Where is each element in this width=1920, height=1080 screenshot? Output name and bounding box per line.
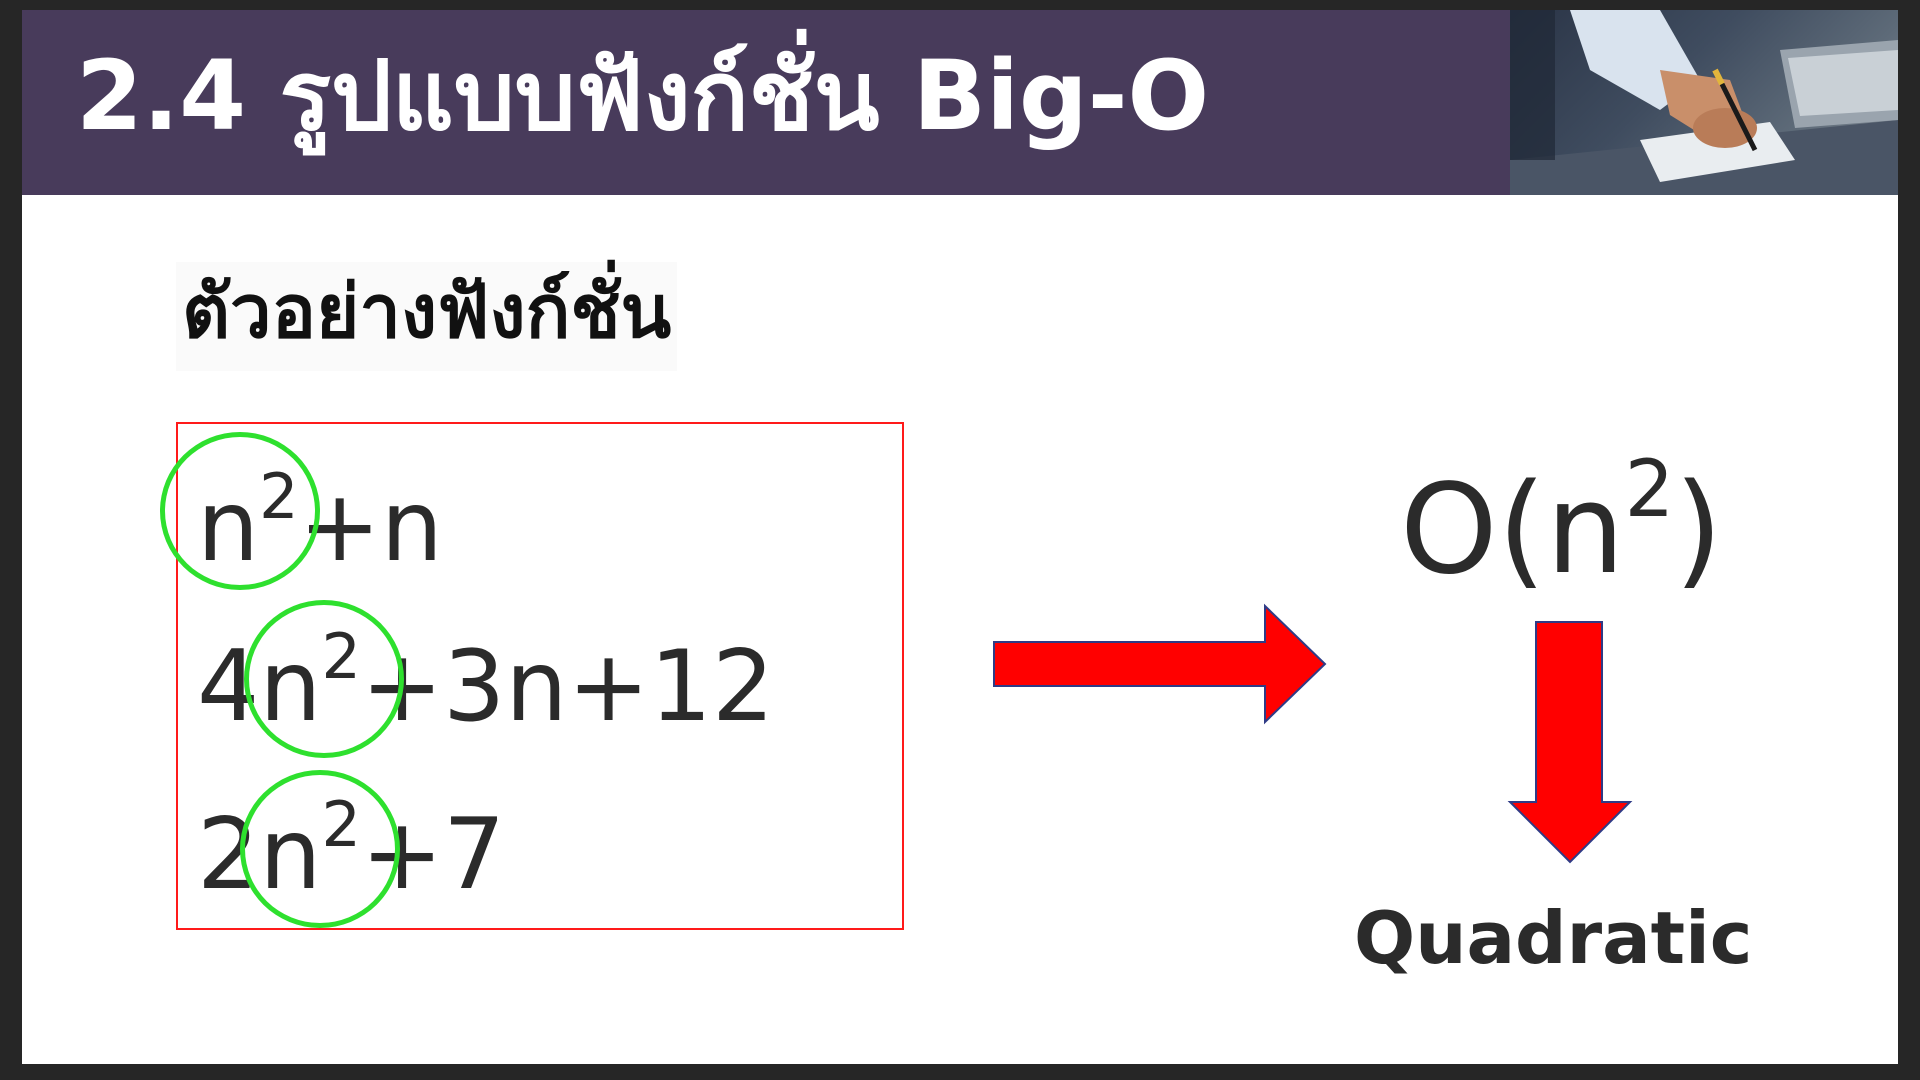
title-bar: 2.4 รูปแบบฟังก์ชั่น Big-O — [22, 10, 1898, 195]
slide-title: 2.4 รูปแบบฟังก์ชั่น Big-O — [76, 40, 1210, 152]
person-writing-photo — [1510, 10, 1898, 195]
big-o-close: ) — [1674, 458, 1723, 602]
right-arrow-icon — [993, 603, 1327, 725]
expression-rest: +3n+12 — [360, 630, 775, 744]
section-subtitle: ตัวอย่างฟังก์ชั่น — [176, 262, 678, 372]
complexity-class-label: Quadratic — [1354, 896, 1753, 980]
big-o-exponent: 2 — [1624, 445, 1675, 535]
highlight-circle-3 — [240, 770, 400, 928]
expression-rest: +n — [298, 470, 443, 584]
highlight-circle-1 — [160, 432, 320, 590]
highlight-circle-2 — [244, 600, 404, 758]
slide: 2.4 รูปแบบฟังก์ชั่น Big-O ตัวอย่างฟังก์ช… — [22, 10, 1898, 1064]
photo-illustration — [1510, 10, 1898, 195]
big-o-result: O(n2) — [1400, 451, 1723, 592]
down-arrow-icon — [1507, 621, 1633, 864]
big-o-open: O(n — [1400, 458, 1625, 602]
